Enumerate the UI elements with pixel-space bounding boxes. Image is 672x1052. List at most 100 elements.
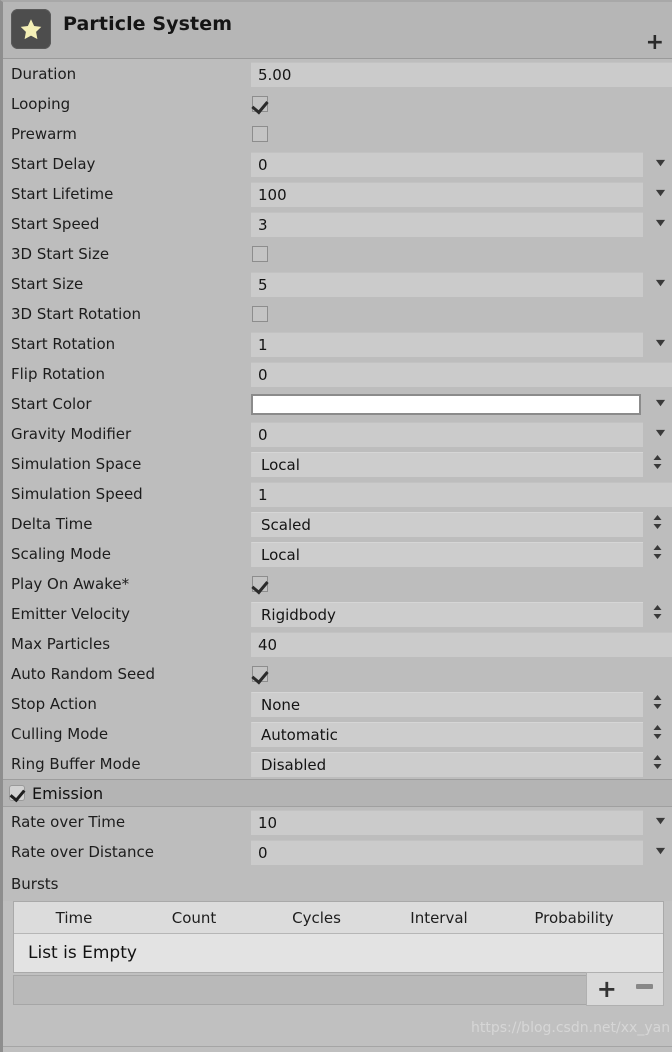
dropdown-arrow-icon[interactable] (655, 218, 666, 229)
enum-updown-arrow-icon[interactable] (651, 604, 664, 620)
checkbox[interactable] (252, 96, 268, 112)
property-label: Start Speed (11, 215, 100, 233)
property-field: Local (251, 449, 672, 479)
property-field: 40 (251, 629, 672, 659)
property-field: 3 (251, 209, 672, 239)
module-header-emission[interactable]: Emission (3, 779, 672, 807)
enum-updown-arrow-icon[interactable] (651, 694, 664, 710)
enum-dropdown[interactable]: Local (251, 451, 643, 477)
property-row: Prewarm (3, 119, 672, 149)
page-title: Particle System (63, 13, 233, 35)
property-label: Culling Mode (11, 725, 109, 743)
property-field (251, 659, 672, 689)
dropdown-arrow-icon[interactable] (655, 338, 666, 349)
bursts-column-header: Probability (534, 908, 614, 927)
value-input[interactable]: 10 (251, 809, 643, 835)
checkbox[interactable] (252, 306, 268, 322)
enum-dropdown[interactable]: Automatic (251, 721, 643, 747)
value-input[interactable]: 5 (251, 271, 643, 297)
property-row: Emitter Velocity Rigidbody (3, 599, 672, 629)
dropdown-arrow-icon[interactable] (655, 188, 666, 199)
property-row: Rate over Time 10 (3, 807, 672, 837)
property-field: 0 (251, 359, 672, 389)
property-row: Start Lifetime 100 (3, 179, 672, 209)
property-field: 0 (251, 419, 672, 449)
enum-dropdown[interactable]: Local (251, 541, 643, 567)
component-header: Particle System + (3, 2, 672, 59)
enum-updown-arrow-icon[interactable] (651, 514, 664, 530)
property-row: Start Color (3, 389, 672, 419)
property-label: 3D Start Rotation (11, 305, 142, 323)
bursts-add-button[interactable]: + (597, 977, 617, 1001)
property-label: Rate over Distance (11, 843, 154, 861)
bursts-empty-row: List is Empty (14, 934, 663, 972)
enum-dropdown[interactable]: Rigidbody (251, 601, 643, 627)
value-input[interactable]: 1 (251, 481, 672, 507)
property-row: Simulation Speed 1 (3, 479, 672, 509)
value-input[interactable]: 3 (251, 211, 643, 237)
property-row: Culling Mode Automatic (3, 719, 672, 749)
value-input[interactable]: 0 (251, 361, 672, 387)
property-field (251, 389, 672, 419)
bursts-footer: + (13, 972, 664, 1006)
property-field: 5 (251, 269, 672, 299)
dropdown-arrow-icon[interactable] (655, 846, 666, 857)
property-field: Scaled (251, 509, 672, 539)
bursts-remove-button[interactable] (636, 983, 654, 989)
property-field (251, 89, 672, 119)
value-input[interactable]: 5.00 (251, 61, 672, 87)
property-label: Start Color (11, 395, 92, 413)
bursts-add-remove-group: + (586, 972, 664, 1006)
property-label: Stop Action (11, 695, 97, 713)
enum-dropdown[interactable]: Disabled (251, 751, 643, 777)
dropdown-arrow-icon[interactable] (655, 158, 666, 169)
bursts-column-header: Cycles (292, 908, 341, 927)
value-input[interactable]: 0 (251, 839, 643, 865)
property-field: 100 (251, 179, 672, 209)
enum-updown-arrow-icon[interactable] (651, 454, 664, 470)
dropdown-arrow-icon[interactable] (655, 278, 666, 289)
property-label: Emitter Velocity (11, 605, 131, 623)
property-label: Duration (11, 65, 77, 83)
enum-updown-arrow-icon[interactable] (651, 544, 664, 560)
property-row: Scaling Mode Local (3, 539, 672, 569)
value-input[interactable]: 0 (251, 151, 643, 177)
checkbox[interactable] (252, 576, 268, 592)
property-field (251, 119, 672, 149)
enum-dropdown[interactable]: None (251, 691, 643, 717)
property-label: Start Lifetime (11, 185, 114, 203)
particle-system-inspector: Particle System + Duration 5.00 Looping Pre… (0, 0, 672, 1052)
property-row: Duration 5.00 (3, 59, 672, 89)
enum-dropdown[interactable]: Scaled (251, 511, 643, 537)
add-component-button[interactable]: + (646, 32, 664, 54)
property-row: Flip Rotation 0 (3, 359, 672, 389)
main-module-rows: Duration 5.00 Looping Prewarm Start Delay 0 St… (3, 59, 672, 779)
checkbox[interactable] (252, 666, 268, 682)
property-label: Delta Time (11, 515, 93, 533)
property-row: Gravity Modifier 0 (3, 419, 672, 449)
property-label: Simulation Speed (11, 485, 143, 503)
value-input[interactable]: 40 (251, 631, 672, 657)
dropdown-arrow-icon[interactable] (655, 398, 666, 409)
property-row: Rate over Distance 0 (3, 837, 672, 867)
enum-updown-arrow-icon[interactable] (651, 724, 664, 740)
value-input[interactable]: 0 (251, 421, 643, 447)
value-input[interactable]: 1 (251, 331, 643, 357)
property-label: Prewarm (11, 125, 77, 143)
emission-enabled-checkbox[interactable] (9, 785, 25, 801)
dropdown-arrow-icon[interactable] (655, 816, 666, 827)
module-title: Emission (32, 783, 104, 803)
property-label: Auto Random Seed (11, 665, 155, 683)
bursts-table-header: Time Count Cycles Interval Probability (14, 902, 663, 934)
property-field: 1 (251, 479, 672, 509)
dropdown-arrow-icon[interactable] (655, 428, 666, 439)
property-row: 3D Start Size (3, 239, 672, 269)
checkbox[interactable] (252, 246, 268, 262)
emission-module-rows: Rate over Time 10 Rate over Distance 0 (3, 807, 672, 867)
checkbox[interactable] (252, 126, 268, 142)
property-row: Simulation Space Local (3, 449, 672, 479)
enum-updown-arrow-icon[interactable] (651, 754, 664, 770)
color-swatch[interactable] (251, 393, 641, 415)
property-row: 3D Start Rotation (3, 299, 672, 329)
value-input[interactable]: 100 (251, 181, 643, 207)
